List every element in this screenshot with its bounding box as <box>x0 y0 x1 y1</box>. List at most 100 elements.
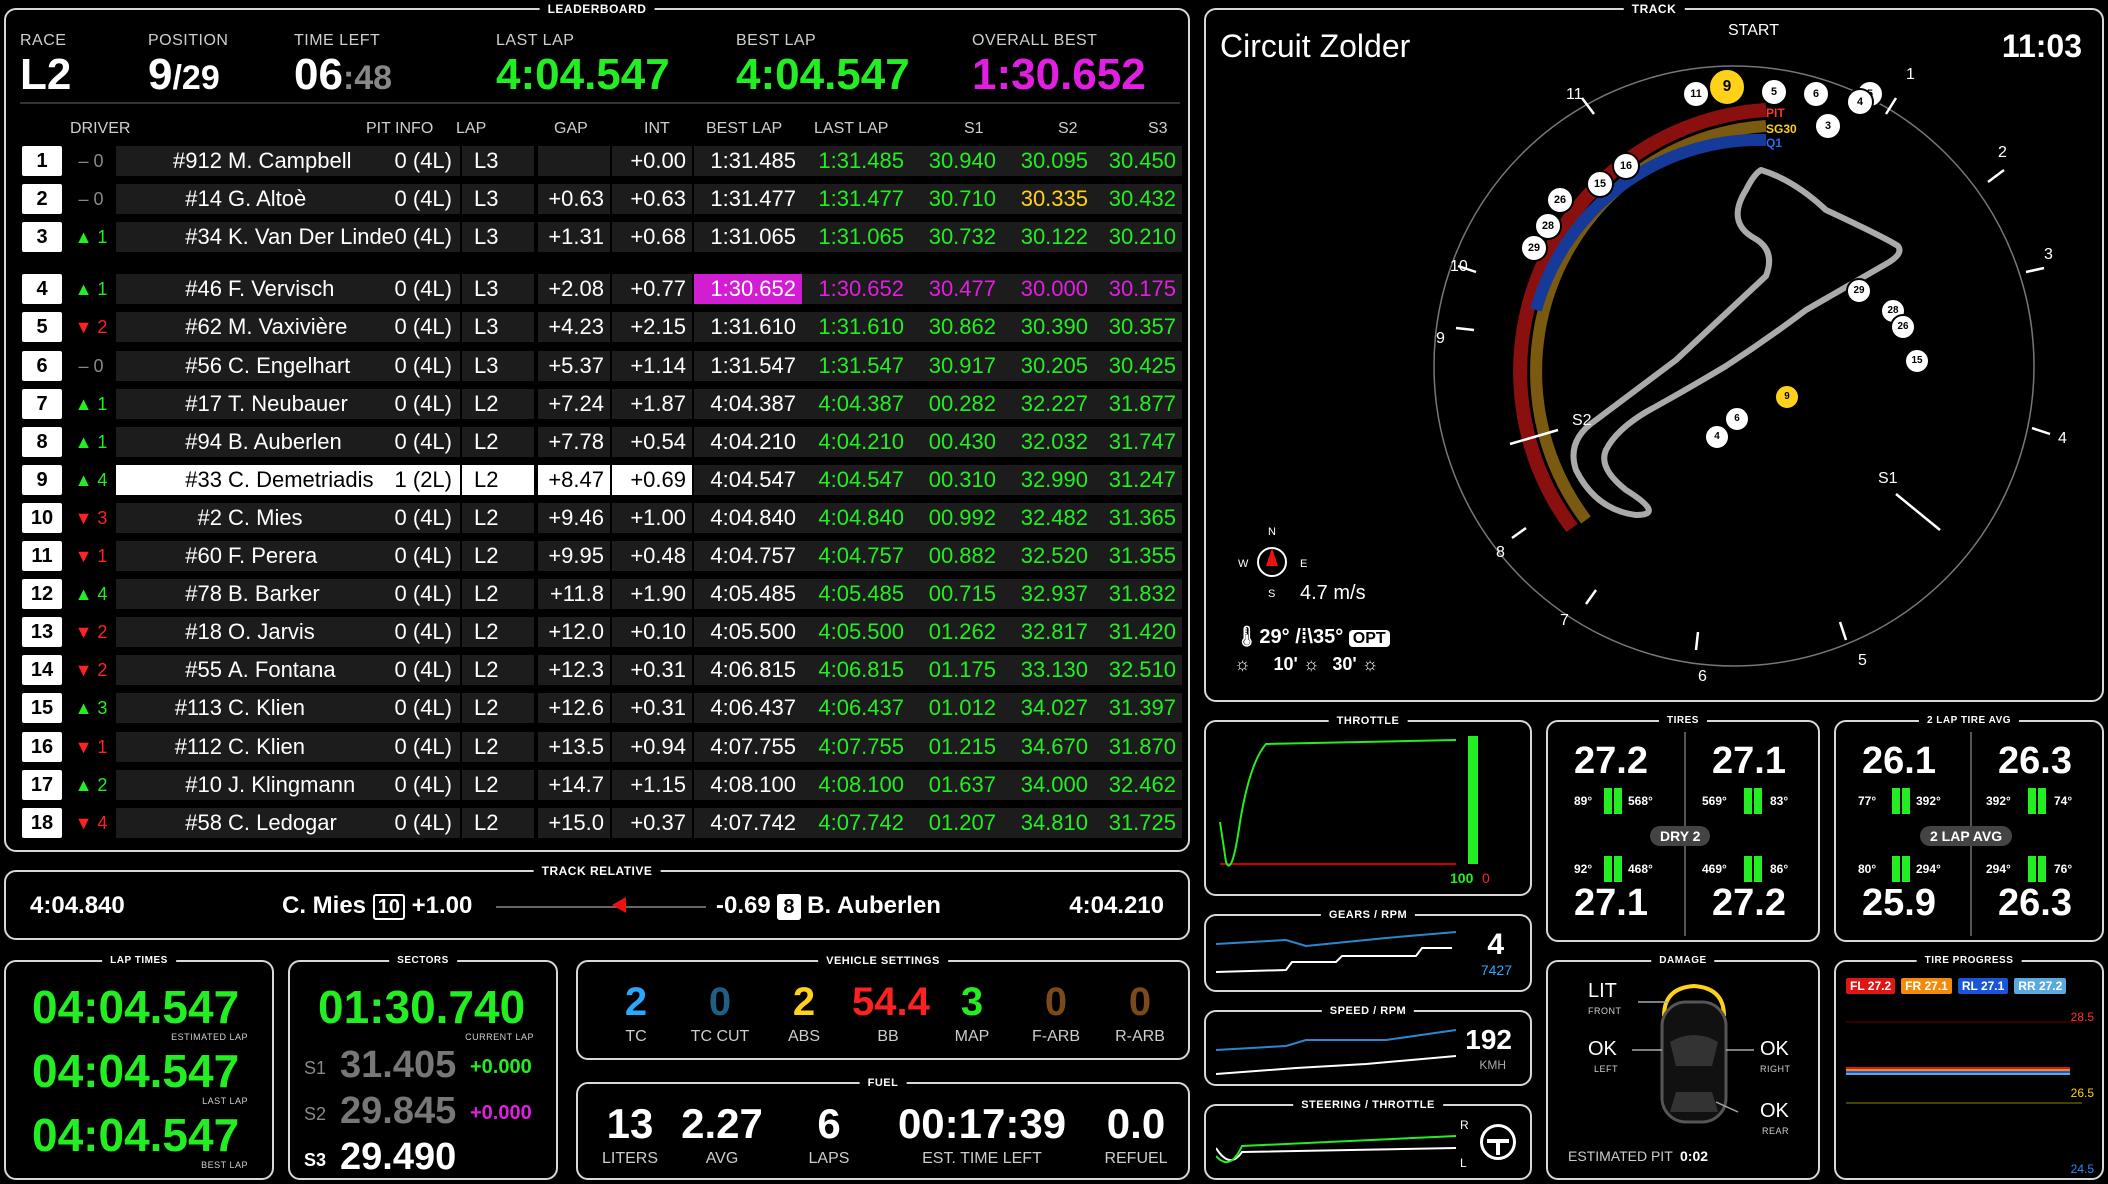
car-marker[interactable]: 6 <box>1726 408 1748 430</box>
table-row[interactable]: 3 ▲ 1 #34 K. Van Der Linde 0 (4L) L3 +1.… <box>22 220 1182 254</box>
last-lap-cell: 1:31.477 <box>802 184 910 215</box>
best-lap-cell: 4:05.500 <box>694 617 802 648</box>
last-lap-cell: 4:06.437 <box>802 693 910 724</box>
car-marker[interactable]: 16 <box>1614 154 1638 178</box>
avg-fl-right: 392° <box>1916 794 1941 808</box>
car-marker[interactable]: 9 <box>1776 386 1798 408</box>
vehicle-setting-value: 0 <box>708 980 732 1024</box>
table-row[interactable]: 13 ▼ 2 #18 O. Jarvis 0 (4L) L2 +12.0 +0.… <box>22 615 1182 649</box>
col-pit-info: PIT INFO <box>366 120 434 137</box>
car-marker[interactable]: 15 <box>1906 350 1928 372</box>
pit-info: 0 (4L) <box>394 619 452 645</box>
car-marker[interactable]: 29 <box>1848 280 1870 302</box>
table-row[interactable]: 5 ▼ 2 #62 M. Vaxivière 0 (4L) L3 +4.23 +… <box>22 310 1182 344</box>
table-row[interactable]: 15 ▲ 3 #113 C. Klien 0 (4L) L2 +12.6 +0.… <box>22 691 1182 725</box>
driver-name: B. Auberlen <box>228 428 342 454</box>
table-row[interactable]: 6 – 0 #56 C. Engelhart 0 (4L) L3 +5.37 +… <box>22 349 1182 383</box>
last-lap-cell: 4:04.840 <box>802 502 910 533</box>
gap-cell: +8.47 <box>538 464 610 495</box>
s1-cell: 01.175 <box>910 655 1002 686</box>
table-row[interactable]: 16 ▼ 1 #112 C. Klien 0 (4L) L2 +13.5 +0.… <box>22 730 1182 764</box>
table-row[interactable]: 14 ▼ 2 #55 A. Fontana 0 (4L) L2 +12.3 +0… <box>22 653 1182 687</box>
s2-delta: +0.000 <box>470 1102 532 1124</box>
s2-time: 29.845 <box>340 1090 457 1132</box>
car-marker[interactable]: 5 <box>1762 80 1786 104</box>
gap-cell: +9.46 <box>538 502 610 533</box>
pit-info: 0 (4L) <box>394 276 452 302</box>
tire-rl-right: 468° <box>1628 862 1653 876</box>
table-row[interactable]: 11 ▼ 1 #60 F. Perera 0 (4L) L2 +9.95 +0.… <box>22 539 1182 573</box>
position-badge: 5 <box>22 312 62 343</box>
best-lap-cell: 1:31.477 <box>694 184 802 215</box>
s3-cell: 31.355 <box>1094 541 1182 571</box>
gears-panel: GEARS / RPM 4 7427 <box>1204 907 1532 992</box>
best-lap-cell: 1:31.485 <box>694 146 802 176</box>
s1-cell: 00.430 <box>910 426 1002 457</box>
relative-bar <box>496 906 706 908</box>
position-block: POSITION 9/29 <box>148 32 228 103</box>
track-panel: TRACK Circuit Zolder 11:03 START 1 2 3 4… <box>1204 1 2104 702</box>
table-row[interactable]: 12 ▲ 4 #78 B. Barker 0 (4L) L2 +11.8 +1.… <box>22 577 1182 611</box>
tire-progress-panel: TIRE PROGRESS FL 27.2 FR 27.1 RL 27.1 RR 27… <box>1834 953 2104 1180</box>
s3-label: S3 <box>304 1150 327 1170</box>
sector-s1-label: S1 <box>1878 470 1898 487</box>
table-row[interactable]: 9 ▲ 4 #33 C. Demetriadis 1 (2L) L2 +8.47… <box>22 463 1182 497</box>
table-row[interactable]: 18 ▼ 4 #58 C. Ledogar 0 (4L) L2 +15.0 +0… <box>22 806 1182 840</box>
opt-badge: OPT <box>1348 630 1390 647</box>
header-divider <box>20 102 1180 104</box>
int-cell: +0.77 <box>612 274 692 305</box>
car-marker[interactable]: 29 <box>1522 236 1546 260</box>
car-marker[interactable]: 26 <box>1892 316 1914 338</box>
sectors-panel: SECTORS 01:30.740 CURRENT LAP S1 31.405 … <box>288 953 558 1180</box>
car-number: #113 <box>174 695 222 721</box>
vehicle-setting-value: 0 <box>1128 980 1152 1024</box>
driver-cell: #60 F. Perera 0 (4L) <box>116 541 460 571</box>
car-marker[interactable]: 15 <box>1588 172 1612 196</box>
s1-cell: 00.882 <box>910 541 1002 571</box>
pit-info: 0 (4L) <box>394 695 452 721</box>
table-row[interactable]: 7 ▲ 1 #17 T. Neubauer 0 (4L) L2 +7.24 +1… <box>22 387 1182 421</box>
tires-panel: TIRES 27.2 27.1 89° 568° 569° 83° DRY 2 … <box>1546 713 1820 942</box>
car-marker[interactable]: 28 <box>1536 214 1560 238</box>
vehicle-setting-value: 2 <box>792 980 816 1024</box>
sectors-title: SECTORS <box>389 953 457 969</box>
last-lap-cell: 4:04.547 <box>802 464 910 495</box>
position-label: POSITION <box>148 32 229 49</box>
steer-left-label: L <box>1460 1156 1467 1170</box>
lap-cell: L2 <box>462 388 534 419</box>
lap-cell: L3 <box>462 312 534 343</box>
driver-name: C. Ledogar <box>228 809 337 835</box>
vehicle-setting-label: TC CUT <box>690 1028 750 1045</box>
speed-graph <box>1216 1029 1457 1075</box>
s3-cell: 31.877 <box>1094 388 1182 419</box>
car-marker[interactable]: 6 <box>1804 82 1828 106</box>
temp-row: 🌡29° /⁞\35° OPT <box>1234 624 1390 649</box>
table-row[interactable]: 10 ▼ 3 #2 C. Mies 0 (4L) L2 +9.46 +1.00 … <box>22 501 1182 535</box>
driver-cell: #94 B. Auberlen 0 (4L) <box>116 426 460 457</box>
table-row[interactable]: 4 ▲ 1 #46 F. Vervisch 0 (4L) L3 +2.08 +0… <box>22 272 1182 306</box>
table-row[interactable]: 1 – 0 #912 M. Campbell 0 (4L) L3 +0.00 1… <box>22 144 1182 178</box>
table-row[interactable]: 8 ▲ 1 #94 B. Auberlen 0 (4L) L2 +7.78 +0… <box>22 425 1182 459</box>
table-row[interactable]: 2 – 0 #14 G. Altoè 0 (4L) L3 +0.63 +0.63… <box>22 182 1182 216</box>
driver-cell: #912 M. Campbell 0 (4L) <box>116 146 460 176</box>
col-int: INT <box>644 120 670 137</box>
vehicle-settings-panel: VEHICLE SETTINGS 2 TC 0 TC CUT 2 ABS 54.4 BB 3 MA… <box>576 953 1190 1060</box>
s1-cell: 00.282 <box>910 388 1002 419</box>
car-marker[interactable]: 9 <box>1710 70 1744 104</box>
s2-cell: 32.227 <box>1002 388 1094 419</box>
relative-left-name: C. Mies <box>282 892 367 919</box>
pit-info: 0 (4L) <box>394 186 452 212</box>
s1-cell: 30.940 <box>910 146 1002 176</box>
car-marker[interactable]: 4 <box>1706 426 1728 448</box>
car-marker[interactable]: 11 <box>1684 82 1708 106</box>
s2-cell: 34.670 <box>1002 731 1094 762</box>
car-marker[interactable]: 3 <box>1816 114 1840 138</box>
car-marker[interactable]: 4 <box>1848 90 1872 114</box>
relative-left: C. Mies 10 +1.00 <box>282 892 472 920</box>
table-row[interactable]: 17 ▲ 2 #10 J. Klingmann 0 (4L) L2 +14.7 … <box>22 768 1182 802</box>
car-marker[interactable]: 26 <box>1548 188 1572 212</box>
int-cell: +0.00 <box>612 146 692 176</box>
corner-number: 7 <box>1560 612 1569 629</box>
last-lap-cell: 1:30.652 <box>802 274 910 305</box>
int-cell: +0.94 <box>612 731 692 762</box>
